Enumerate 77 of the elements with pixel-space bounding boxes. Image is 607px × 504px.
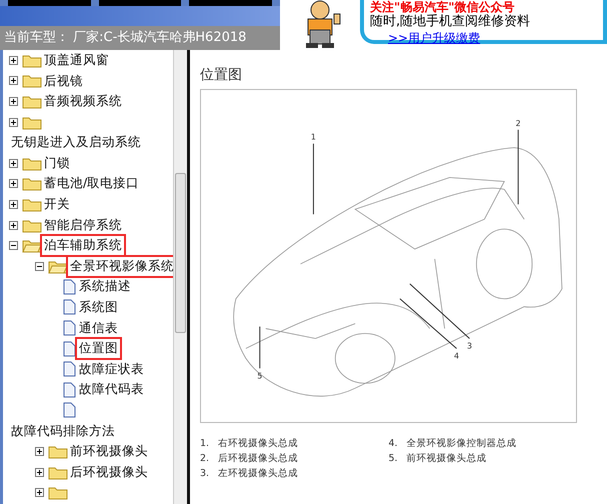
- folder-icon: [48, 444, 68, 460]
- legend-number: 5.: [388, 452, 399, 466]
- tree-item[interactable]: 蓄电池/取电接口: [42, 174, 142, 194]
- legend-text: 右环视摄像头总成: [218, 437, 298, 451]
- leader-line: [399, 298, 458, 349]
- promo-tagline: 随时,随地手机查阅维修资料: [370, 14, 532, 30]
- tree-item[interactable]: 系统描述: [77, 277, 133, 296]
- folder-icon: [22, 176, 42, 192]
- plus-icon[interactable]: [9, 76, 18, 86]
- document-icon: [61, 340, 77, 357]
- leader-line: [259, 326, 260, 369]
- legend-text: 全景环视影像控制器总成: [406, 437, 516, 451]
- tree-item[interactable]: 系统图: [77, 298, 120, 317]
- plus-icon[interactable]: [35, 447, 44, 456]
- folder-icon: [48, 464, 68, 480]
- folder-icon: [22, 52, 42, 68]
- document-icon: [61, 361, 77, 378]
- plus-icon[interactable]: [9, 200, 18, 209]
- folder-icon: [22, 156, 42, 171]
- folder-icon: [22, 196, 42, 212]
- legend-number: 2.: [200, 452, 210, 466]
- tree-item[interactable]: 门锁: [42, 154, 72, 173]
- current-model-label: 当前车型： 厂家:C-长城汽车哈弗H62018: [3, 29, 248, 47]
- callout-number: 4: [454, 351, 460, 360]
- tree-item[interactable]: 通信表: [77, 318, 120, 338]
- document-icon: [61, 402, 77, 418]
- tree-item[interactable]: 后环视摄像头: [68, 462, 150, 482]
- callout-number: 5: [257, 371, 262, 380]
- tree-item[interactable]: 泊车辅助系统: [42, 236, 124, 256]
- section-heading[interactable]: 故障代码排除方法: [9, 422, 117, 440]
- legend-text: 左环视摄像头总成: [218, 467, 298, 481]
- tree-item[interactable]: 前环视摄像头: [68, 442, 150, 461]
- promo-headline: 关注"畅易汽车"微信公众号: [370, 0, 516, 14]
- folder-icon: [22, 114, 42, 130]
- tree-item[interactable]: 故障代码表: [77, 380, 146, 400]
- minus-icon[interactable]: [9, 241, 18, 250]
- tree-item[interactable]: 故障症状表: [77, 360, 146, 379]
- callout-number: 2: [516, 118, 521, 128]
- scroll-thumb[interactable]: [175, 173, 186, 333]
- legend-number: 1.: [200, 437, 210, 451]
- tree-item[interactable]: 全景环视影像系统: [68, 256, 176, 276]
- leader-line: [312, 143, 314, 215]
- folder-icon: [22, 94, 42, 109]
- tree-item[interactable]: 后视镜: [42, 72, 85, 90]
- tree-item[interactable]: 音频视频系统: [42, 92, 124, 111]
- folder-icon: [22, 73, 42, 88]
- folder-icon: [22, 218, 42, 233]
- leader-line: [409, 283, 470, 339]
- plus-icon[interactable]: [9, 220, 18, 230]
- legend-number: 4.: [388, 437, 399, 451]
- plus-icon[interactable]: [9, 158, 18, 168]
- folder-icon: [48, 258, 68, 274]
- scrollbar[interactable]: [173, 50, 187, 504]
- plus-icon[interactable]: [9, 118, 18, 127]
- tree-item[interactable]: 智能启停系统: [42, 216, 124, 234]
- callout-number: 3: [466, 341, 472, 350]
- plus-icon[interactable]: [9, 56, 18, 65]
- page-title: 位置图: [200, 66, 243, 85]
- legend-text: 前环视摄像头总成: [406, 452, 486, 466]
- plus-icon[interactable]: [9, 179, 18, 188]
- tree-item[interactable]: 开关: [42, 195, 72, 214]
- minus-icon[interactable]: [35, 262, 44, 271]
- document-icon: [61, 382, 77, 398]
- document-icon: [61, 278, 77, 295]
- callout-number: 1: [310, 132, 316, 142]
- folder-icon: [22, 238, 42, 254]
- tree-item[interactable]: 顶盖通风窗: [42, 50, 111, 70]
- document-icon: [61, 299, 77, 316]
- plus-icon[interactable]: [35, 468, 44, 477]
- plus-icon[interactable]: [35, 488, 44, 498]
- document-icon: [61, 320, 77, 336]
- tree-item[interactable]: 位置图: [77, 339, 120, 358]
- plus-icon[interactable]: [9, 96, 18, 106]
- section-heading[interactable]: 无钥匙进入及启动系统: [9, 133, 143, 152]
- legend-text: 后环视摄像头总成: [218, 452, 298, 466]
- legend-number: 3.: [200, 467, 210, 481]
- folder-icon: [48, 485, 68, 500]
